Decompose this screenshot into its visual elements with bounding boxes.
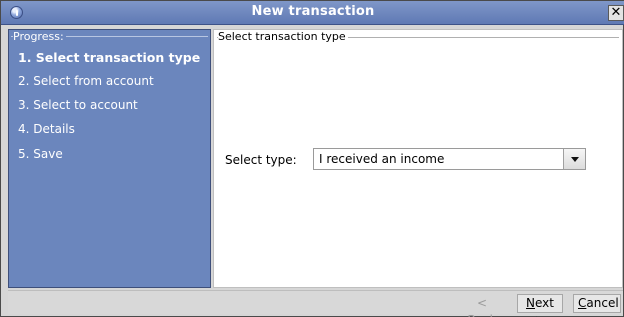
cancel-rest: ancel	[586, 296, 619, 310]
wizard-button-bar: < Back Next > Cancel	[8, 290, 623, 317]
back-prefix: <	[476, 296, 488, 310]
transaction-type-select[interactable]: I received an income	[313, 148, 586, 170]
content-legend: Select transaction type	[218, 30, 348, 43]
progress-step-3: 3. Select to account	[18, 98, 138, 112]
progress-step-4: 4. Details	[18, 122, 75, 136]
progress-legend: Progress:	[13, 30, 66, 43]
progress-step-5: 5. Save	[18, 147, 63, 161]
next-button[interactable]: Next >	[517, 294, 563, 317]
titlebar: New transaction ✕	[1, 1, 624, 25]
close-button[interactable]: ✕	[608, 5, 624, 21]
next-mnemonic: N	[526, 296, 535, 310]
cancel-button[interactable]: Cancel	[573, 294, 621, 313]
next-rest: ext >	[535, 296, 554, 317]
chevron-down-icon[interactable]	[563, 149, 585, 169]
progress-step-2: 2. Select from account	[18, 74, 154, 88]
window-title: New transaction	[251, 4, 375, 19]
transaction-type-value: I received an income	[319, 152, 445, 166]
progress-panel: Progress: 1. Select transaction type 2. …	[8, 29, 211, 288]
new-transaction-window: New transaction ✕ Progress: 1. Select tr…	[0, 0, 624, 317]
back-mnemonic: B	[467, 313, 475, 317]
select-type-label: Select type:	[225, 153, 297, 167]
back-rest: ack	[476, 313, 497, 317]
progress-step-1: 1. Select transaction type	[18, 50, 201, 65]
content-panel: Select transaction type Select type: I r…	[213, 29, 623, 288]
back-button[interactable]: < Back	[456, 294, 508, 317]
